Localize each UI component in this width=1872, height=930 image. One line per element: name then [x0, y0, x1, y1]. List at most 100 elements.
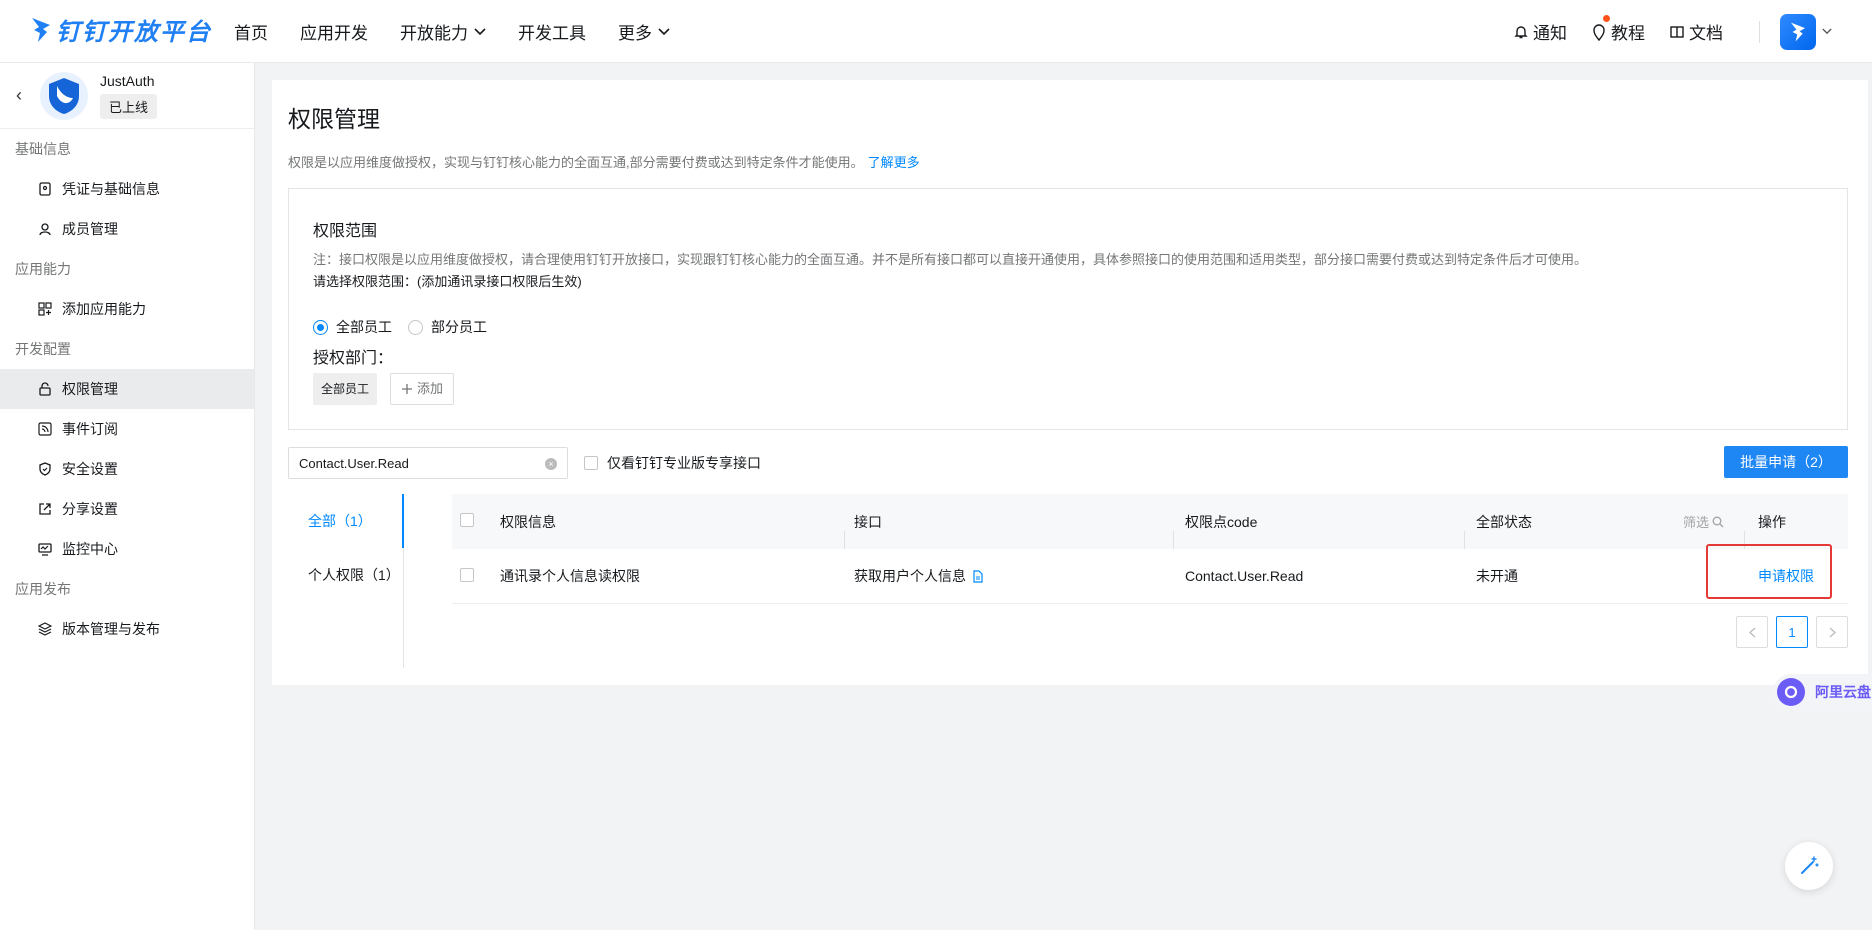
permission-scope-panel: 权限范围 注：接口权限是以应用维度做授权，请合理使用钉钉开放接口，实现跟钉钉核心…	[288, 188, 1848, 430]
tab-all[interactable]: 全部（1）	[288, 494, 404, 548]
chevron-left-icon	[1748, 627, 1755, 637]
magic-wand-button[interactable]	[1785, 842, 1833, 890]
sidebar-item-credentials[interactable]: 凭证与基础信息	[0, 169, 254, 209]
chevron-down-icon	[658, 27, 670, 35]
notification-dot	[1603, 15, 1610, 22]
column-separator	[1464, 530, 1465, 549]
tab-personal[interactable]: 个人权限（1）	[288, 548, 403, 602]
bell-icon	[1514, 25, 1528, 38]
sidebar-item-events[interactable]: 事件订阅	[0, 409, 254, 449]
sidebar-item-label: 分享设置	[62, 501, 118, 517]
prev-page-button[interactable]	[1736, 616, 1768, 648]
pro-only-label: 仅看钉钉专业版专享接口	[607, 455, 761, 471]
clear-icon[interactable]: ×	[545, 458, 557, 470]
sidebar-item-add-ability[interactable]: 添加应用能力	[0, 289, 254, 329]
brand-name: 钉钉开放平台	[56, 19, 212, 46]
header-api: 接口	[844, 512, 1173, 549]
tutorial-label: 教程	[1611, 24, 1645, 43]
nav-dev-tools[interactable]: 开发工具	[518, 19, 586, 44]
sidebar-item-monitor[interactable]: 监控中心	[0, 529, 254, 569]
apps-icon	[38, 302, 52, 316]
header-code-label: 权限点code	[1185, 513, 1258, 530]
radio-all-label[interactable]: 全部员工	[336, 317, 392, 337]
table-row: 通讯录个人信息读权限 获取用户个人信息 Contact.User.Read 未开…	[452, 549, 1848, 604]
sidebar-item-share[interactable]: 分享设置	[0, 489, 254, 529]
magic-wand-icon	[1801, 856, 1819, 874]
brand-logo[interactable]: 钉钉开放平台	[30, 12, 212, 47]
app-logo	[40, 71, 88, 120]
back-arrow-icon[interactable]: ‹	[16, 85, 22, 106]
notify-link[interactable]: 通知	[1513, 19, 1567, 44]
page-button[interactable]: 1	[1776, 616, 1808, 648]
select-all-checkbox[interactable]	[460, 513, 474, 527]
learn-more-link[interactable]: 了解更多	[868, 155, 920, 170]
sidebar-item-members[interactable]: 成员管理	[0, 209, 254, 249]
dept-tag: 全部员工	[313, 373, 378, 405]
sidebar-item-security[interactable]: 安全设置	[0, 449, 254, 489]
status-filter[interactable]: 筛选	[1683, 512, 1724, 532]
sidebar-item-label: 版本管理与发布	[62, 621, 160, 637]
next-page-button[interactable]	[1816, 616, 1848, 648]
dept-label: 授权部门：	[313, 350, 394, 367]
nav-open-ability[interactable]: 开放能力	[400, 19, 486, 44]
nav-open-ability-label: 开放能力	[400, 24, 468, 43]
pro-only-checkbox[interactable]: 仅看钉钉专业版专享接口	[584, 453, 761, 473]
nav-app-dev[interactable]: 应用开发	[300, 19, 368, 44]
aliyun-drive-icon	[1777, 678, 1805, 706]
dingtalk-logo-icon	[1790, 22, 1806, 41]
scope-note: 注：接口权限是以应用维度做授权，请合理使用钉钉开放接口，实现跟钉钉核心能力的全面…	[313, 252, 1588, 267]
shield-logo-icon	[49, 77, 79, 114]
monitor-icon	[38, 543, 52, 556]
permission-tabs: 全部（1） 个人权限（1）	[288, 494, 404, 668]
sidebar-group-basic: 基础信息	[15, 141, 71, 157]
nav-home[interactable]: 首页	[234, 19, 268, 44]
notify-label: 通知	[1533, 24, 1567, 43]
sidebar-item-label: 凭证与基础信息	[62, 181, 160, 197]
batch-apply-button[interactable]: 批量申请（2）	[1724, 446, 1848, 478]
header-api-label: 接口	[854, 513, 882, 530]
scope-radio-group: 全部员工 部分员工	[313, 317, 487, 337]
sidebar-item-label: 权限管理	[62, 381, 118, 397]
cell-api: 获取用户个人信息	[844, 566, 1173, 586]
api-link[interactable]: 获取用户个人信息	[854, 566, 966, 586]
aliyun-drive-widget[interactable]: 阿里云盘	[1773, 674, 1872, 710]
row-checkbox[interactable]	[460, 567, 474, 582]
search-value: Contact.User.Read	[299, 455, 409, 471]
scope-select-label: 请选择权限范围：(添加通讯录接口权限后生效)	[313, 271, 582, 290]
header-status: 全部状态 筛选	[1464, 512, 1744, 549]
radio-all-staff[interactable]	[313, 319, 328, 335]
sidebar-group-publish: 应用发布	[15, 581, 71, 597]
user-avatar[interactable]	[1780, 13, 1816, 50]
location-pin-icon	[1593, 23, 1605, 41]
nav-app-dev-label: 应用开发	[300, 24, 368, 43]
sidebar-group-dev: 开发配置	[15, 341, 71, 357]
sidebar-item-label: 添加应用能力	[62, 301, 146, 317]
document-icon[interactable]	[972, 569, 984, 583]
layers-icon	[38, 622, 52, 636]
nav-more[interactable]: 更多	[618, 19, 670, 44]
top-navbar: 钉钉开放平台 首页 应用开发 开放能力 开发工具 更多 通知 教程 文档	[0, 0, 1872, 63]
radio-partial-staff[interactable]	[408, 319, 423, 335]
top-right-actions: 通知 教程 文档	[1489, 0, 1832, 63]
docs-link[interactable]: 文档	[1669, 19, 1723, 44]
checkbox[interactable]	[584, 456, 598, 470]
radio-partial-label[interactable]: 部分员工	[431, 317, 487, 337]
sidebar-item-permission[interactable]: 权限管理	[0, 369, 254, 409]
chevron-down-icon[interactable]	[1822, 28, 1832, 35]
app-header: ‹ JustAuth 已上线	[0, 63, 254, 129]
plus-icon	[402, 384, 412, 394]
tutorial-link[interactable]: 教程	[1591, 15, 1645, 44]
user-icon	[39, 223, 51, 236]
sidebar-item-versions[interactable]: 版本管理与发布	[0, 609, 254, 649]
select-hint: (添加通讯录接口权限后生效)	[417, 274, 582, 289]
sidebar-item-label: 事件订阅	[62, 421, 118, 437]
app-name: JustAuth	[100, 72, 155, 89]
header-checkbox-cell	[452, 513, 498, 530]
search-icon	[1712, 516, 1724, 527]
description-text: 权限是以应用维度做授权，实现与钉钉核心能力的全面互通,部分需要付费或达到特定条件…	[288, 155, 864, 170]
credential-icon	[39, 182, 51, 196]
add-dept-button[interactable]: 添加	[390, 373, 455, 405]
nav-home-label: 首页	[234, 24, 268, 43]
search-input[interactable]: Contact.User.Read ×	[288, 447, 568, 479]
sidebar: ‹ JustAuth 已上线 基础信息 凭证与基础信息 成员管理 应用能力 添加…	[0, 63, 255, 930]
